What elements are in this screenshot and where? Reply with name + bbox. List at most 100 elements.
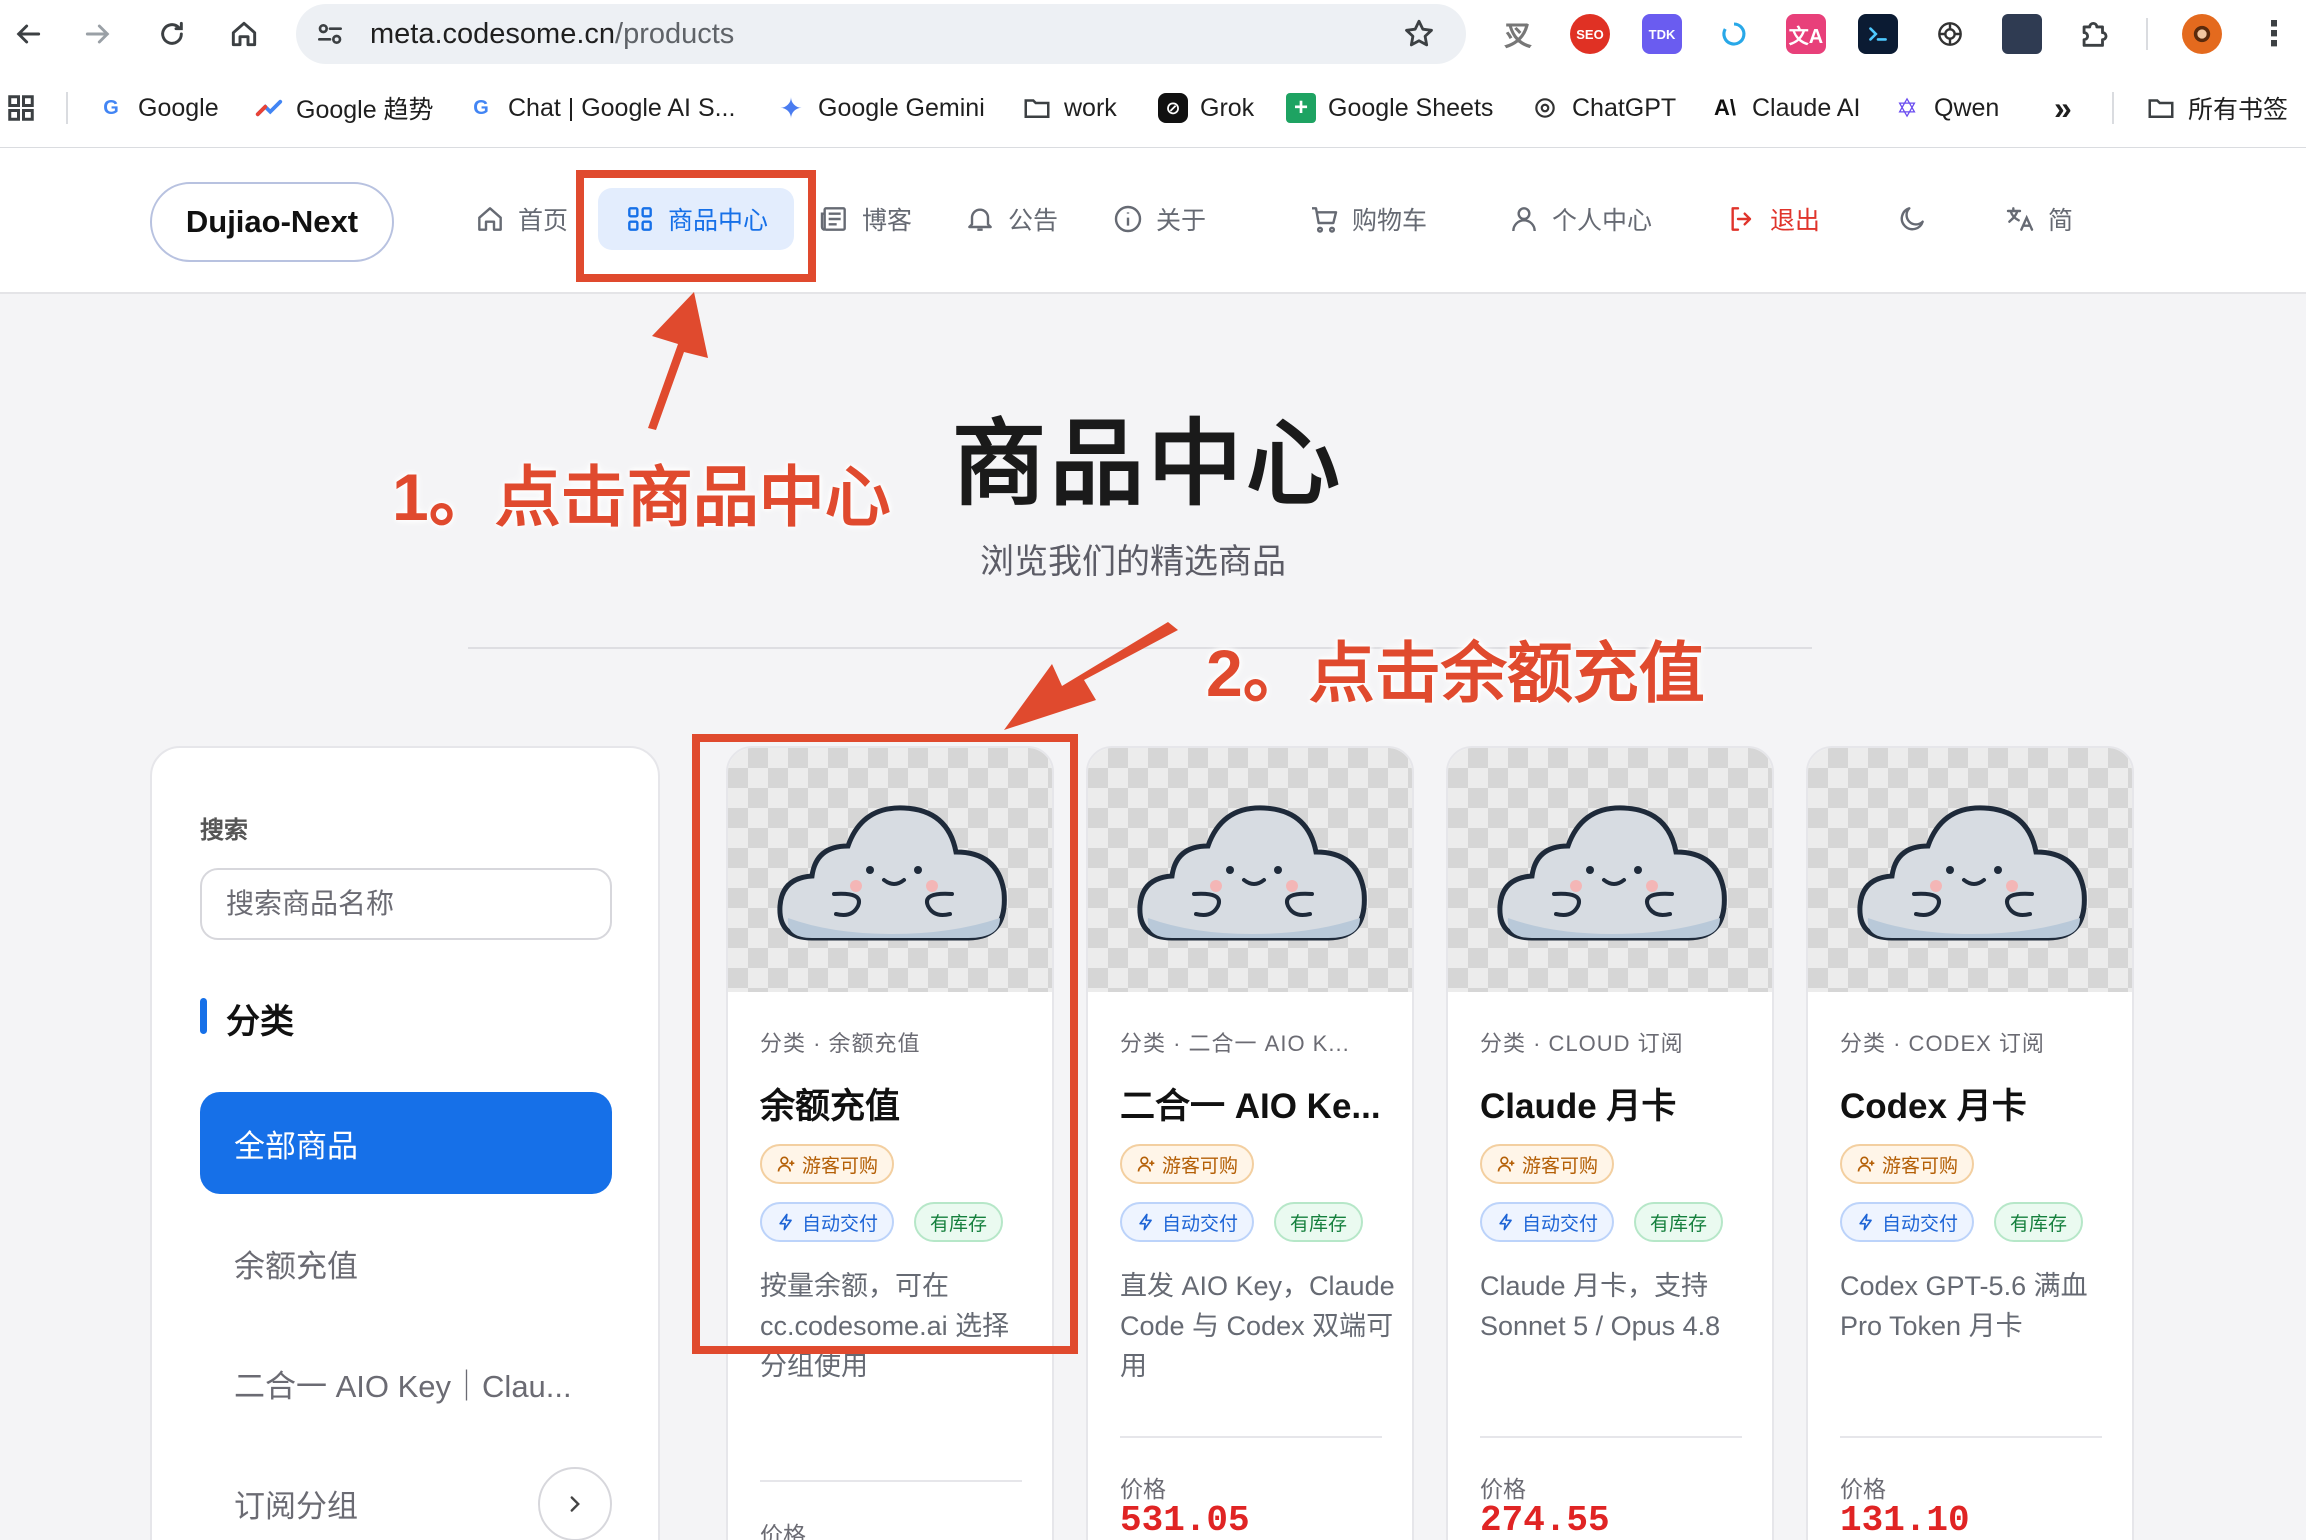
bookmark-label: 所有书签 [2188, 96, 2289, 124]
product-name[interactable]: 二合一 AIO Ke... [1120, 1078, 1396, 1129]
nav-logout[interactable]: 退出 [1726, 188, 1820, 250]
folder-extension-icon[interactable] [2002, 14, 2042, 54]
bookmark-google-sheets[interactable]: + Google Sheets [1286, 88, 1493, 128]
theme-toggle[interactable] [1896, 188, 1928, 250]
bookmark-chatgpt[interactable]: ChatGPT [1530, 88, 1676, 128]
lightning-icon [1499, 1213, 1512, 1231]
anthropic-icon: A\ [1714, 95, 1736, 120]
nav-profile[interactable]: 个人中心 [1508, 188, 1652, 250]
bookmark-separator [66, 92, 68, 124]
category-title: 分类 [226, 1003, 294, 1041]
guest-purchasable-badge: 游客可购 [1120, 1144, 1255, 1184]
nav-about-label: 关于 [1156, 207, 1207, 235]
forward-button[interactable] [74, 10, 122, 58]
product-category: 分类 · CODEX 订阅 [1840, 1031, 2045, 1056]
extensions-button[interactable] [2074, 14, 2114, 54]
page-subtitle: 浏览我们的精选商品 [980, 543, 1286, 581]
product-image [1448, 748, 1772, 992]
category-balance-topup[interactable]: 余额充值 [200, 1212, 612, 1314]
category-subscription-group[interactable]: 订阅分组 [200, 1452, 612, 1540]
nav-about[interactable]: 关于 [1112, 188, 1206, 250]
bookmark-google-ai-studio[interactable]: G Chat | Google AI S... [466, 88, 735, 128]
url-host: meta.codesome.cn [370, 18, 616, 50]
category-label: 全部商品 [234, 1128, 358, 1164]
product-name[interactable]: Claude 月卡 [1480, 1078, 1756, 1129]
filter-sidebar: 搜索 分类 全部商品 余额充值 二合一 AIO Key｜Clau... 订阅分组 [150, 746, 660, 1540]
product-description: Claude 月卡，支持 Sonnet 5 / Opus 4.8 [1480, 1271, 1721, 1341]
more-bookmarks-button[interactable]: » [2054, 88, 2072, 128]
trends-icon [254, 93, 284, 123]
badge-label: 有库存 [2010, 1213, 2068, 1235]
reload-button[interactable] [148, 10, 196, 58]
product-description: 直发 AIO Key，Claude Code 与 Codex 双端可用 [1120, 1271, 1395, 1381]
category-label: 余额充值 [234, 1248, 358, 1284]
bookmark-separator [2112, 92, 2114, 124]
product-card-codex-monthly[interactable]: 分类 · CODEX 订阅 Codex 月卡 游客可购 自动交付 有库存 Cod… [1806, 746, 2134, 1540]
bookmark-google-trends[interactable]: Google 趋势 [254, 88, 434, 128]
nav-cart[interactable]: 购物车 [1308, 188, 1427, 250]
badge-label: 自动交付 [1522, 1213, 1599, 1235]
category-aio-key[interactable]: 二合一 AIO Key｜Clau... [200, 1332, 612, 1434]
product-category: 分类 · 二合一 AIO K... [1120, 1031, 1350, 1056]
url-text[interactable]: meta.codesome.cn/products [370, 18, 734, 51]
url-bar[interactable]: meta.codesome.cn/products [296, 4, 1466, 64]
menu-kebab-button[interactable]: ⋮ [2254, 14, 2294, 54]
seo-extension-icon[interactable]: SEO [1570, 14, 1610, 54]
category-all-products[interactable]: 全部商品 [200, 1092, 612, 1194]
back-button[interactable] [4, 10, 52, 58]
product-search-input[interactable] [200, 868, 612, 940]
lightning-icon [1859, 1213, 1872, 1231]
grok-icon: ⊘ [1158, 93, 1188, 123]
home-button[interactable] [220, 10, 268, 58]
product-card-aio-key[interactable]: 分类 · 二合一 AIO K... 二合一 AIO Ke... 游客可购 自动交… [1086, 746, 1414, 1540]
apps-button[interactable] [6, 88, 36, 128]
bookmark-label: Chat | Google AI S... [508, 93, 736, 122]
language-switch[interactable]: 简 [2004, 188, 2073, 250]
logout-icon [1731, 207, 1752, 231]
product-image [1808, 748, 2132, 992]
tdk-extension-icon[interactable]: TDK [1642, 14, 1682, 54]
badge-label: 游客可购 [1522, 1155, 1599, 1177]
openai-extension-icon[interactable] [1930, 14, 1970, 54]
home-icon [231, 21, 257, 47]
bookmark-claude-ai[interactable]: A\ Claude AI [1710, 88, 1860, 128]
product-card-claude-monthly[interactable]: 分类 · CLOUD 订阅 Claude 月卡 游客可购 自动交付 有库存 Cl… [1446, 746, 1774, 1540]
puzzle-icon [2082, 21, 2108, 47]
bookmark-google[interactable]: G Google [96, 88, 218, 128]
product-name[interactable]: Codex 月卡 [1840, 1078, 2116, 1129]
loader-extension-icon[interactable] [1714, 14, 1754, 54]
bookmark-label: Google Sheets [1328, 93, 1494, 122]
translate-extension-icon[interactable]: 㕚 [1498, 14, 1538, 54]
tdk-extension-label: TDK [1648, 26, 1676, 42]
price-label: 价格 [1840, 1476, 1886, 1502]
bookmark-grok[interactable]: ⊘ Grok [1158, 88, 1254, 128]
site-settings-icon[interactable] [314, 18, 346, 50]
nav-notice[interactable]: 公告 [964, 188, 1058, 250]
annotation-step-1: 1。点击商品中心 [392, 460, 891, 534]
bookmark-folder-work[interactable]: work [1022, 88, 1117, 128]
nav-cart-label: 购物车 [1352, 207, 1428, 235]
user-plus-icon [1137, 1156, 1155, 1172]
guest-purchasable-badge: 游客可购 [1840, 1144, 1975, 1184]
badge-label: 有库存 [1290, 1213, 1348, 1235]
translator-extension-icon[interactable]: 文A [1786, 14, 1826, 54]
product-price: 131.10 [1840, 1500, 1970, 1540]
page-title: 商品中心 [952, 411, 1345, 516]
annotation-highlight-balance-card [692, 734, 1078, 1354]
nav-home[interactable]: 首页 [474, 188, 568, 250]
profile-avatar[interactable] [2182, 14, 2222, 54]
nav-profile-label: 个人中心 [1552, 207, 1653, 235]
bookmark-qwen[interactable]: ✡ Qwen [1892, 88, 1999, 128]
info-icon [1114, 205, 1142, 233]
site-logo[interactable]: Dujiao-Next [150, 182, 394, 262]
bookmark-google-gemini[interactable]: ✦ Google Gemini [776, 88, 984, 128]
nav-blog[interactable]: 博客 [818, 188, 912, 250]
bookmark-star-icon[interactable] [1402, 17, 1436, 51]
price-label: 价格 [1480, 1476, 1526, 1502]
expand-category-button[interactable] [538, 1467, 612, 1540]
browser-toolbar: meta.codesome.cn/products 㕚 SEO TDK 文A ⋮ [0, 0, 2306, 68]
terminal-extension-icon[interactable] [1858, 14, 1898, 54]
price-label: 价格 [1120, 1476, 1166, 1502]
price-label: 价格 [760, 1522, 806, 1540]
all-bookmarks-button[interactable]: 所有书签 [2146, 88, 2288, 128]
